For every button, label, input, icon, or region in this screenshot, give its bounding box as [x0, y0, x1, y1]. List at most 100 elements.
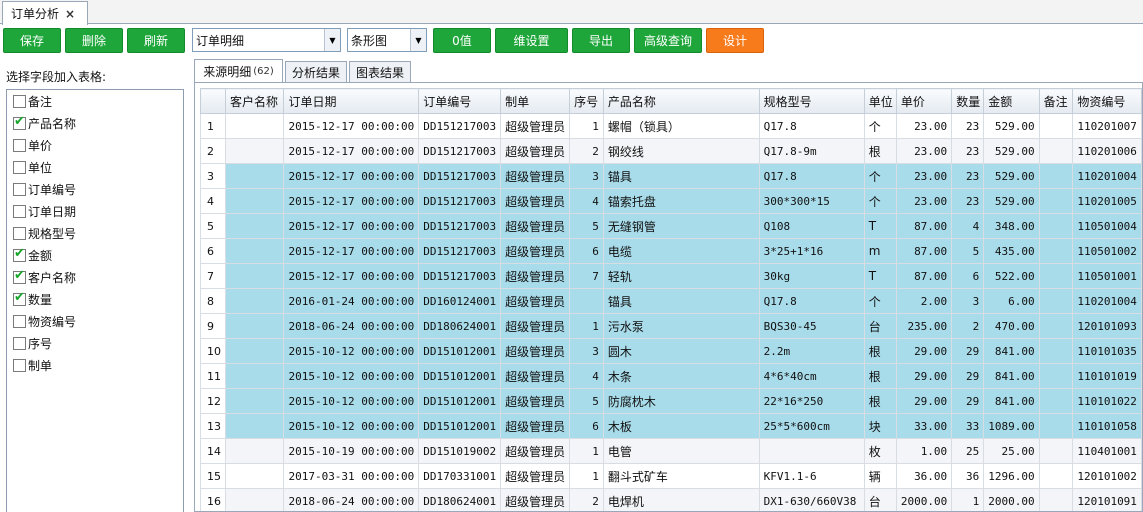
cell-product: 钢绞线 [602, 138, 760, 164]
checkbox-checked-icon[interactable] [13, 246, 26, 262]
table-row[interactable]: 5 2015-12-17 00:00:00 DD151217003 超级管理员 5 无缝钢… [200, 213, 1142, 239]
checkbox-icon[interactable] [13, 204, 26, 218]
cell-spec: Q108 [758, 213, 865, 239]
cell-amount: 522.00 [983, 263, 1040, 289]
table-row[interactable]: 15 2017-03-31 00:00:00 DD170331001 超级管理员 1 翻斗… [200, 463, 1142, 489]
advanced-query-button[interactable]: 高级查询 [634, 28, 702, 53]
field-item[interactable]: 规格型号 [13, 223, 76, 243]
chevron-down-icon[interactable]: ▼ [410, 29, 426, 51]
field-item[interactable]: 订单编号 [13, 179, 76, 199]
field-item[interactable]: 客户名称 [13, 267, 76, 287]
table-row[interactable]: 1 2015-12-17 00:00:00 DD151217003 超级管理员 1 螺帽（… [200, 113, 1142, 139]
field-item[interactable]: 物资编号 [13, 311, 76, 331]
cell-product: 圆木 [602, 338, 760, 364]
table-row[interactable]: 14 2015-10-19 00:00:00 DD151019002 超级管理员 1 电管… [200, 438, 1142, 464]
cell-order: DD151012001 [418, 388, 502, 414]
column-header[interactable]: 订单日期 [283, 88, 420, 114]
delete-button[interactable]: 删除 [65, 28, 123, 53]
cell-date: 2016-01-24 00:00:00 [283, 288, 420, 314]
table-row[interactable]: 4 2015-12-17 00:00:00 DD151217003 超级管理员 4 锚索托… [200, 188, 1142, 214]
table-row[interactable]: 10 2015-10-12 00:00:00 DD151012001 超级管理员 3 圆木… [200, 338, 1142, 364]
zero-value-button[interactable]: 0值 [433, 28, 491, 53]
table-row[interactable]: 16 2018-06-24 00:00:00 DD180624001 超级管理员 2 电焊… [200, 488, 1142, 511]
field-item-label: 规格型号 [28, 226, 77, 241]
chart-type-select[interactable]: 条形图 ▼ [347, 28, 427, 52]
column-header[interactable]: 规格型号 [758, 88, 865, 114]
cell-spec: Q17.8 [758, 113, 865, 139]
design-button[interactable]: 设计 [706, 28, 764, 53]
field-item-label: 产品名称 [28, 116, 77, 131]
table-row[interactable]: 12 2015-10-12 00:00:00 DD151012001 超级管理员 5 防腐… [200, 388, 1142, 414]
column-header[interactable]: 序号 [569, 88, 604, 114]
table-row[interactable]: 9 2018-06-24 00:00:00 DD180624001 超级管理员 1 污水泵… [200, 313, 1142, 339]
field-item[interactable]: 单价 [13, 135, 52, 155]
checkbox-checked-icon[interactable] [13, 268, 26, 284]
column-header[interactable]: 物资编号 [1072, 88, 1142, 114]
tab-chart-result[interactable]: 图表结果 [349, 61, 411, 83]
column-header[interactable] [200, 88, 226, 114]
checkbox-icon[interactable] [13, 182, 26, 196]
column-header[interactable]: 金额 [983, 88, 1040, 114]
table-row[interactable]: 13 2015-10-12 00:00:00 DD151012001 超级管理员 6 木板… [200, 413, 1142, 439]
tab-analysis-result[interactable]: 分析结果 [285, 61, 347, 83]
column-header[interactable]: 单价 [895, 88, 953, 114]
column-header[interactable]: 产品名称 [602, 88, 760, 114]
cell-maker: 超级管理员 [500, 488, 571, 511]
close-icon[interactable]: × [65, 7, 75, 21]
report-select[interactable]: 订单明细 ▼ [192, 28, 341, 52]
field-item[interactable]: 单位 [13, 157, 52, 177]
data-grid[interactable]: 客户名称 订单日期 订单编号 制单 序号 产品名称 规格型号 单位 单价 数量 金额 备注 物资编号 1… [194, 82, 1143, 512]
field-item-label: 数量 [28, 292, 53, 307]
checkbox-checked-icon[interactable] [13, 290, 26, 306]
cell-date: 2015-12-17 00:00:00 [283, 188, 420, 214]
field-item[interactable]: 数量 [13, 289, 52, 309]
cell-price: 29.00 [895, 338, 953, 364]
refresh-button[interactable]: 刷新 [127, 28, 185, 53]
field-item[interactable]: 制单 [13, 355, 52, 375]
checkbox-icon[interactable] [13, 358, 26, 372]
export-button[interactable]: 导出 [572, 28, 630, 53]
cell-note [1038, 363, 1074, 389]
tab-order-analysis[interactable]: 订单分析 × [2, 1, 88, 25]
column-header[interactable]: 单位 [863, 88, 897, 114]
cell-cust [224, 238, 285, 264]
checkbox-icon[interactable] [13, 336, 26, 350]
checkbox-icon[interactable] [13, 226, 26, 240]
cell-product: 电缆 [602, 238, 760, 264]
table-row[interactable]: 11 2015-10-12 00:00:00 DD151012001 超级管理员 4 木条… [200, 363, 1142, 389]
table-row[interactable]: 2 2015-12-17 00:00:00 DD151217003 超级管理员 2 钢绞线… [200, 138, 1142, 164]
chevron-down-icon[interactable]: ▼ [324, 29, 340, 51]
cell-n: 14 [200, 438, 226, 464]
checkbox-icon[interactable] [13, 160, 26, 174]
table-row[interactable]: 7 2015-12-17 00:00:00 DD151217003 超级管理员 7 轻轨 3… [200, 263, 1142, 289]
cell-code: 110201004 [1072, 288, 1142, 314]
column-header[interactable]: 数量 [951, 88, 985, 114]
field-item[interactable]: 订单日期 [13, 201, 76, 221]
checkbox-checked-icon[interactable] [13, 114, 26, 130]
cell-code: 110501002 [1072, 238, 1142, 264]
table-row[interactable]: 6 2015-12-17 00:00:00 DD151217003 超级管理员 6 电缆 3… [200, 238, 1142, 264]
cell-order: DD151019002 [418, 438, 502, 464]
cell-qty: 29 [951, 363, 985, 389]
field-item[interactable]: 序号 [13, 333, 52, 353]
tab-source-detail[interactable]: 来源明细 (62) [194, 59, 283, 83]
checkbox-icon[interactable] [13, 94, 26, 108]
checkbox-icon[interactable] [13, 314, 26, 328]
cell-spec: 3*25+1*16 [758, 238, 865, 264]
table-row[interactable]: 8 2016-01-24 00:00:00 DD160124001 超级管理员 锚具 Q1… [200, 288, 1142, 314]
cell-order: DD151012001 [418, 338, 502, 364]
field-item[interactable]: 备注 [13, 91, 52, 111]
column-header[interactable]: 订单编号 [418, 88, 502, 114]
cell-product: 电焊机 [602, 488, 760, 511]
field-item[interactable]: 金额 [13, 245, 52, 265]
column-header[interactable]: 客户名称 [224, 88, 285, 114]
checkbox-icon[interactable] [13, 138, 26, 152]
cell-cust [224, 213, 285, 239]
cell-code: 110201006 [1072, 138, 1142, 164]
table-row[interactable]: 3 2015-12-17 00:00:00 DD151217003 超级管理员 3 锚具 Q… [200, 163, 1142, 189]
column-header[interactable]: 备注 [1038, 88, 1074, 114]
field-item[interactable]: 产品名称 [13, 113, 76, 133]
dimension-settings-button[interactable]: 维设置 [495, 28, 568, 53]
column-header[interactable]: 制单 [500, 88, 571, 114]
save-button[interactable]: 保存 [3, 28, 61, 53]
